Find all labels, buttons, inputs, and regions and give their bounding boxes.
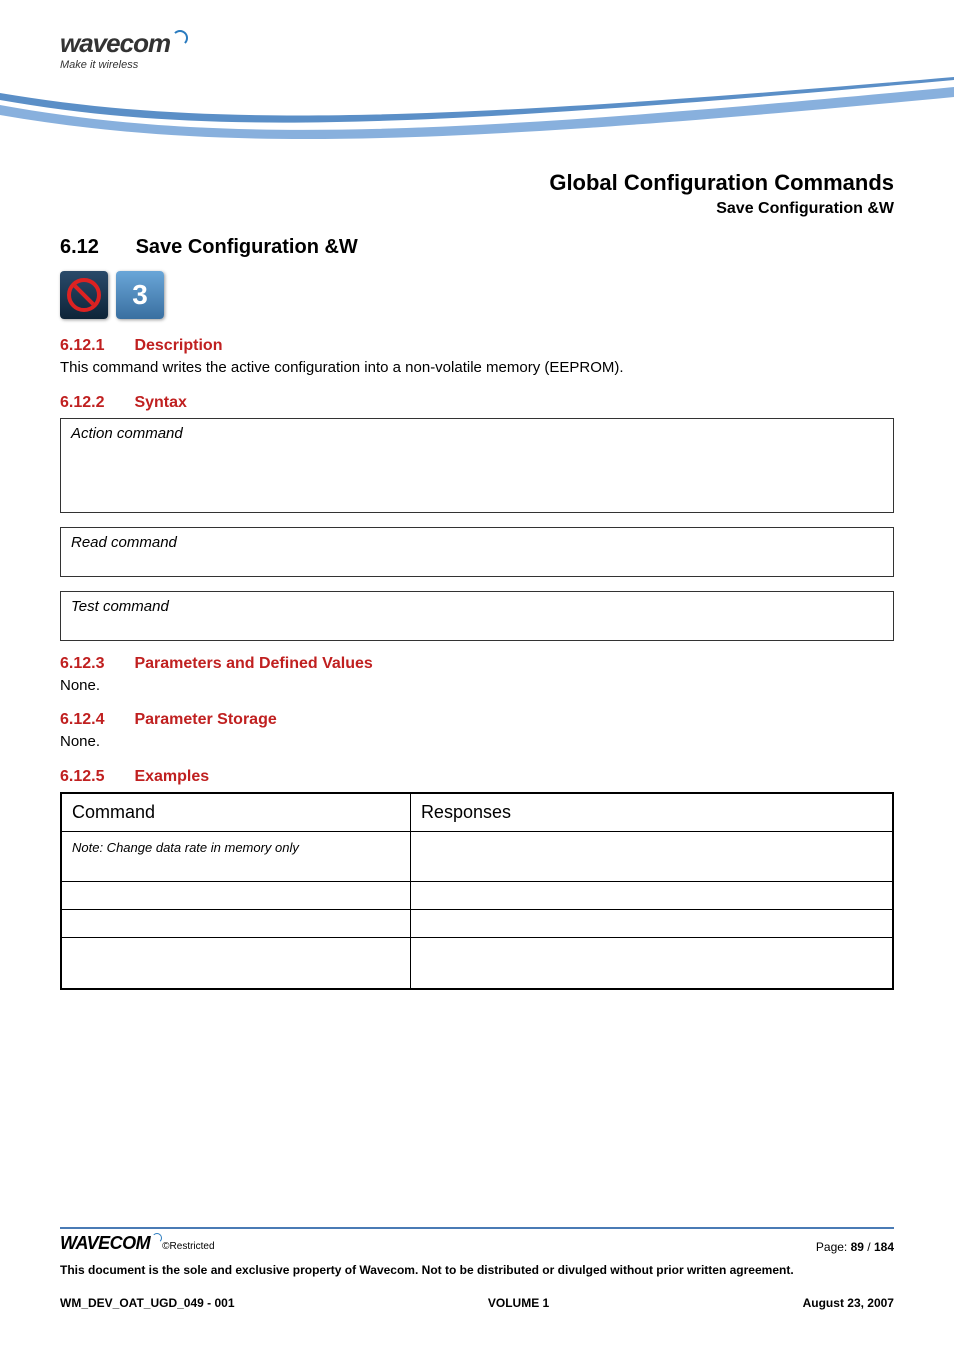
dice-three-icon: 3 [116, 271, 164, 319]
table-row [61, 937, 893, 989]
table-row [61, 909, 893, 937]
swirl-icon [152, 1233, 162, 1243]
chapter-title: Global Configuration Commands [60, 170, 894, 196]
brand-logo: wavecom Make it wireless [60, 30, 240, 71]
header-swoosh [0, 75, 954, 145]
page-number: Page: 89 / 184 [816, 1240, 894, 1254]
section-number: 6.12 [60, 236, 130, 259]
cell-empty [410, 881, 893, 909]
subsection-syntax: 6.12.2 Syntax [60, 394, 894, 412]
read-command-box: Read command [60, 527, 894, 577]
table-row: Note: Change data rate in memory only [61, 831, 893, 881]
table-row [61, 881, 893, 909]
chapter-subtitle: Save Configuration &W [60, 200, 894, 218]
cell-empty [61, 909, 410, 937]
swirl-icon [172, 30, 188, 46]
header-banner: wavecom Make it wireless [60, 30, 894, 150]
cell-empty [61, 937, 410, 989]
subsection-parameters: 6.12.3 Parameters and Defined Values [60, 655, 894, 673]
doc-date: August 23, 2007 [803, 1296, 894, 1310]
section-heading: 6.12 Save Configuration &W [60, 236, 894, 259]
parameters-text: None. [60, 675, 894, 698]
test-command-box: Test command [60, 591, 894, 641]
cell-empty [410, 909, 893, 937]
footer-logo: WAVECOM [60, 1233, 150, 1253]
subsection-examples: 6.12.5 Examples [60, 768, 894, 786]
brand-tagline: Make it wireless [60, 59, 240, 71]
cell-empty [410, 937, 893, 989]
subsection-storage: 6.12.4 Parameter Storage [60, 711, 894, 729]
cell-empty [61, 881, 410, 909]
section-title: Save Configuration &W [136, 236, 358, 258]
cell-empty [410, 831, 893, 881]
section-icons: 3 [60, 271, 894, 319]
volume: VOLUME 1 [488, 1296, 549, 1310]
page-footer: WAVECOM ©Restricted Page: 89 / 184 This d… [60, 1227, 894, 1310]
table-header-row: Command Responses [61, 793, 893, 832]
description-text: This command writes the active configura… [60, 357, 894, 380]
action-command-box: Action command [60, 418, 894, 513]
page-header-right: Global Configuration Commands Save Confi… [60, 170, 894, 218]
action-command-label: Action command [71, 425, 883, 442]
examples-table: Command Responses Note: Change data rate… [60, 792, 894, 991]
col-command: Command [61, 793, 410, 832]
footer-restricted: ©Restricted [162, 1241, 214, 1252]
brand-name: wavecom [60, 28, 170, 58]
read-command-label: Read command [71, 534, 883, 551]
subsection-description: 6.12.1 Description [60, 337, 894, 355]
footer-disclaimer: This document is the sole and exclusive … [60, 1262, 894, 1278]
cell-note: Note: Change data rate in memory only [61, 831, 410, 881]
forbidden-icon [60, 271, 108, 319]
col-responses: Responses [410, 793, 893, 832]
storage-text: None. [60, 731, 894, 754]
doc-id: WM_DEV_OAT_UGD_049 - 001 [60, 1296, 235, 1310]
test-command-label: Test command [71, 598, 883, 615]
